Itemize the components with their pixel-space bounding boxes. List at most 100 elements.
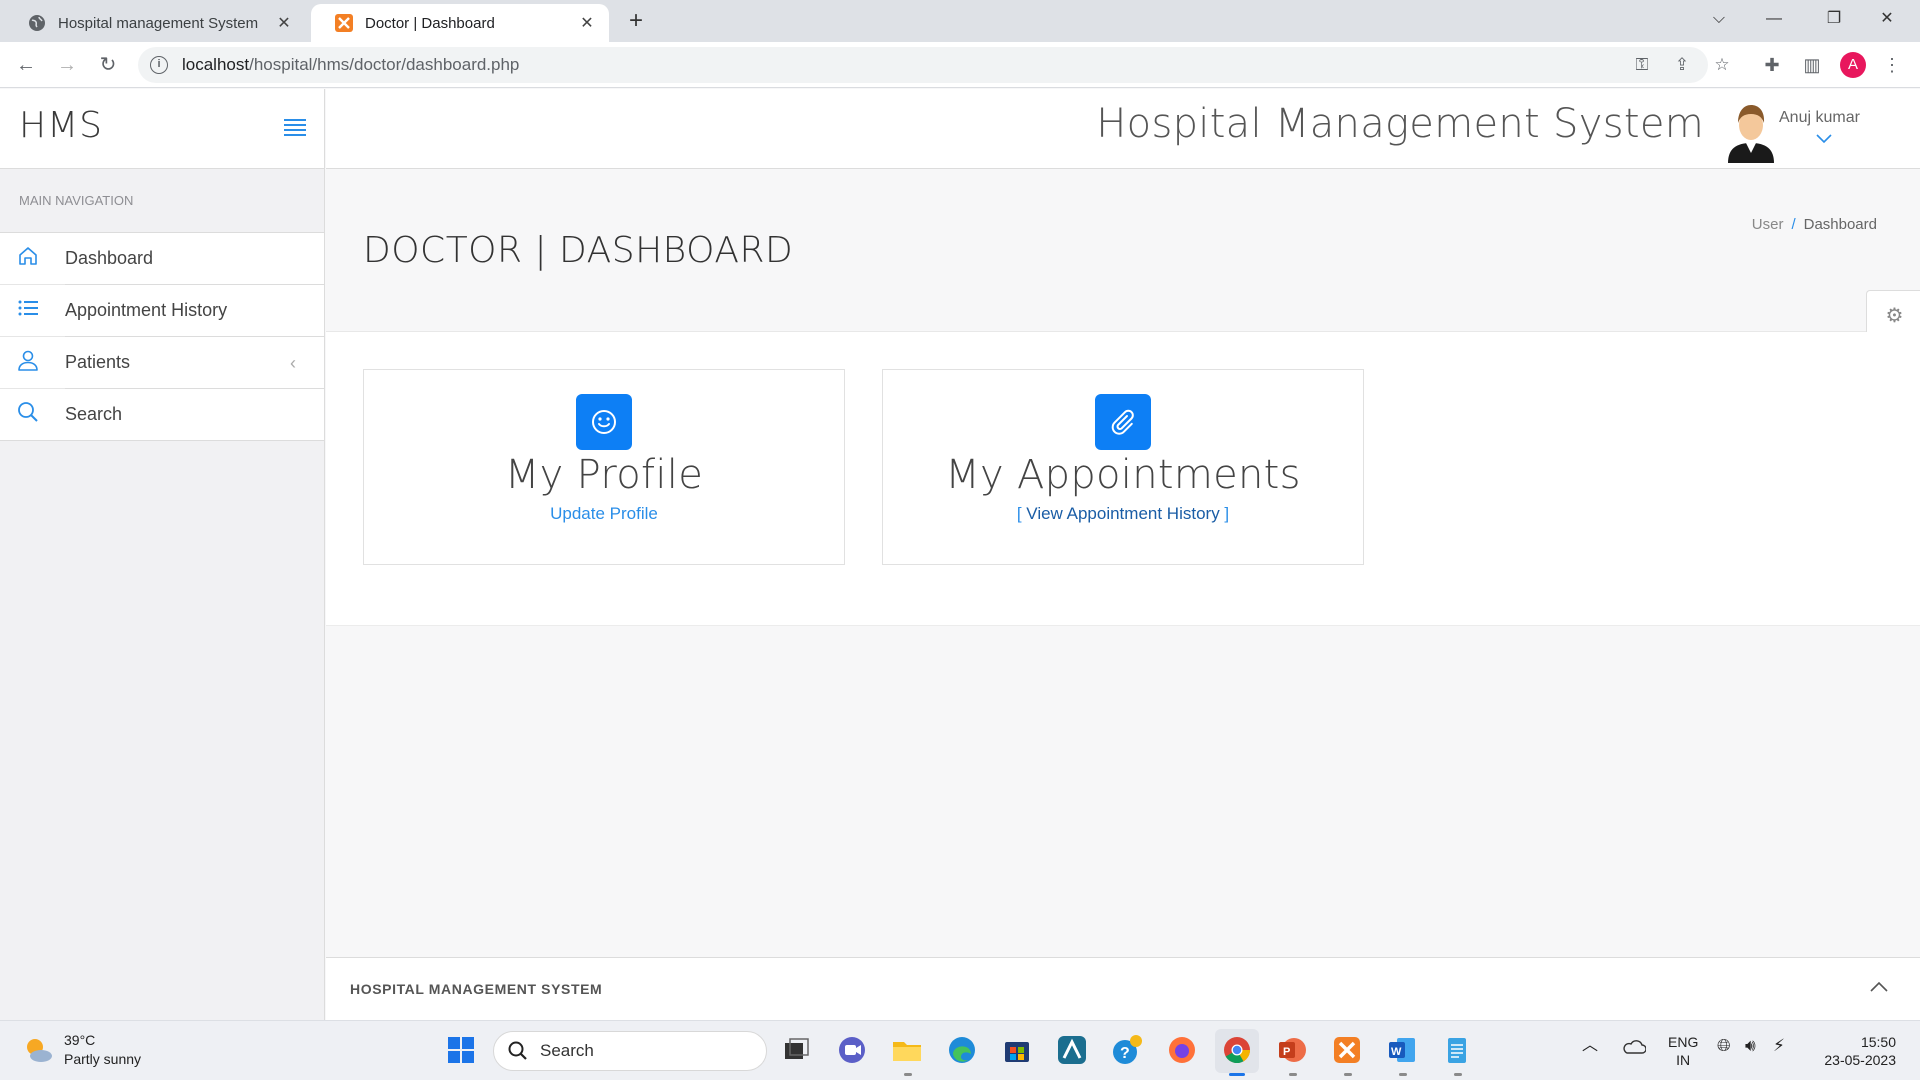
sidebar-item-appointment-history[interactable]: Appointment History — [0, 285, 324, 337]
svg-text:P: P — [1283, 1046, 1290, 1058]
hamburger-icon[interactable] — [284, 119, 306, 137]
breadcrumb: User / Dashboard — [1751, 216, 1877, 233]
address-bar[interactable]: i localhost/hospital/hms/doctor/dashboar… — [138, 47, 1708, 83]
sidebar-item-search[interactable]: Search — [0, 389, 324, 441]
card-title: My Appointments — [945, 452, 1301, 498]
browser-tab-strip: Hospital management System ✕ Doctor | Da… — [0, 0, 1920, 42]
paperclip-icon — [1095, 394, 1151, 450]
taskbar-search[interactable]: Search — [493, 1031, 767, 1071]
xampp-icon — [335, 14, 353, 32]
bookmark-star-icon[interactable]: ☆ — [1710, 53, 1734, 77]
brand-logo[interactable]: HMS — [19, 105, 103, 146]
onedrive-icon[interactable] — [1622, 1039, 1646, 1055]
chevron-down-icon[interactable] — [1815, 133, 1833, 145]
page-header: DOCTOR | DASHBOARD User / Dashboard — [326, 170, 1920, 332]
menu-icon[interactable]: ⋮ — [1878, 51, 1906, 79]
running-indicator — [904, 1073, 912, 1076]
powerpoint-icon[interactable]: P — [1275, 1033, 1309, 1067]
chevron-up-icon[interactable] — [1868, 976, 1890, 998]
weather-widget[interactable]: 39°C Partly sunny — [22, 1031, 141, 1069]
user-avatar[interactable] — [1724, 101, 1778, 163]
user-name[interactable]: Anuj kumar — [1779, 109, 1860, 127]
tab-title: Doctor | Dashboard — [365, 14, 495, 32]
smiley-icon — [576, 394, 632, 450]
card-title: My Profile — [504, 452, 704, 498]
close-window-button[interactable]: ✕ — [1864, 0, 1910, 40]
language-indicator[interactable]: ENG IN — [1668, 1033, 1698, 1069]
view-appointment-history-link[interactable]: [ View Appointment History ] — [883, 504, 1363, 524]
partly-sunny-icon — [27, 1039, 52, 1062]
volume-icon[interactable]: 🔊︎ — [1745, 1037, 1756, 1055]
svg-text:W: W — [1391, 1046, 1402, 1058]
home-icon — [0, 245, 65, 272]
site-info-icon[interactable]: i — [150, 56, 168, 74]
tab-doctor-dashboard[interactable]: Doctor | Dashboard ✕ — [311, 4, 609, 42]
clock[interactable]: 15:50 23-05-2023 — [1812, 1033, 1896, 1069]
sidebar-item-label: Patients — [65, 352, 131, 372]
breadcrumb-dashboard: Dashboard — [1803, 216, 1877, 233]
file-explorer-icon[interactable] — [890, 1033, 924, 1067]
reload-button[interactable]: ↻ — [92, 49, 124, 81]
store-icon[interactable] — [1000, 1033, 1034, 1067]
os-taskbar: 39°C Partly sunny Search ? P W ︿ ENG IN 🌐︎… — [0, 1020, 1920, 1080]
nav-header: Main Navigation — [0, 169, 324, 233]
sidebar-item-label: Appointment History — [65, 300, 228, 320]
show-hidden-icons-icon[interactable]: ︿ — [1582, 1037, 1598, 1055]
battery-charging-icon[interactable]: ⚡︎ — [1773, 1037, 1785, 1055]
back-button[interactable]: ← — [10, 49, 42, 81]
tab-title: Hospital management System — [58, 14, 259, 32]
tab-hospital-management[interactable]: Hospital management System ✕ — [4, 4, 306, 42]
page-footer: HOSPITAL MANAGEMENT SYSTEM — [326, 957, 1920, 1020]
word-icon[interactable]: W — [1385, 1033, 1419, 1067]
footer-text: HOSPITAL MANAGEMENT SYSTEM — [350, 981, 603, 997]
running-indicator — [1289, 1073, 1297, 1076]
get-help-icon[interactable]: ? — [1110, 1033, 1144, 1067]
app-green-icon[interactable] — [1055, 1033, 1089, 1067]
minimize-button[interactable]: — — [1751, 0, 1797, 40]
app-header: Hospital Management System Anuj kumar — [326, 89, 1920, 169]
side-panel-icon[interactable]: ▥ — [1798, 51, 1826, 79]
sidebar-item-patients[interactable]: Patients ‹ — [0, 337, 324, 389]
sidebar: HMS Main Navigation Dashboard Appointmen… — [0, 89, 325, 1020]
globe-icon — [29, 15, 45, 31]
update-profile-link[interactable]: Update Profile — [364, 504, 844, 524]
running-indicator — [1399, 1073, 1407, 1076]
running-indicator — [1454, 1073, 1462, 1076]
clock-time: 15:50 — [1860, 1034, 1896, 1050]
new-tab-button[interactable]: + — [622, 8, 650, 36]
chevron-left-icon: ‹ — [290, 353, 296, 373]
breadcrumb-user[interactable]: User — [1752, 216, 1784, 233]
xampp-icon[interactable] — [1330, 1033, 1364, 1067]
start-icon[interactable] — [444, 1033, 478, 1067]
sidebar-item-label: Search — [65, 404, 123, 424]
list-icon — [0, 297, 65, 324]
weather-temp: 39°C — [64, 1032, 96, 1048]
task-view-icon[interactable] — [780, 1033, 814, 1067]
sidebar-item-dashboard[interactable]: Dashboard — [0, 233, 324, 285]
sidebar-item-label: Dashboard — [65, 248, 154, 268]
notepad-icon[interactable] — [1440, 1033, 1474, 1067]
key-icon[interactable]: ⚿ — [1630, 53, 1654, 77]
close-tab-icon[interactable]: ✕ — [274, 13, 294, 33]
brand-bar: HMS — [0, 89, 324, 169]
nav-list: Dashboard Appointment History Patients ‹… — [0, 233, 324, 441]
close-tab-icon[interactable]: ✕ — [577, 13, 597, 33]
firefox-icon[interactable] — [1165, 1033, 1199, 1067]
tab-search-icon[interactable]: ⌵ — [1696, 0, 1742, 40]
extensions-icon[interactable]: ✚ — [1758, 51, 1786, 79]
weather-desc: Partly sunny — [64, 1051, 142, 1067]
taskbar-search-placeholder: Search — [540, 1041, 594, 1060]
restore-button[interactable]: ❐ — [1811, 0, 1857, 40]
url-text: localhost/hospital/hms/doctor/dashboard.… — [182, 55, 520, 74]
edge-icon[interactable] — [945, 1033, 979, 1067]
teams-chat-icon[interactable] — [835, 1033, 869, 1067]
svg-text:?: ? — [1120, 1045, 1130, 1062]
share-icon[interactable]: ⇪ — [1670, 53, 1694, 77]
page-title: DOCTOR | DASHBOARD — [363, 230, 794, 271]
user-icon — [0, 349, 65, 376]
search-icon — [0, 401, 65, 428]
forward-button[interactable]: → — [51, 49, 83, 81]
chrome-icon[interactable] — [1220, 1033, 1254, 1067]
profile-avatar[interactable]: A — [1840, 52, 1866, 78]
network-globe-icon[interactable]: 🌐︎ — [1717, 1037, 1731, 1055]
